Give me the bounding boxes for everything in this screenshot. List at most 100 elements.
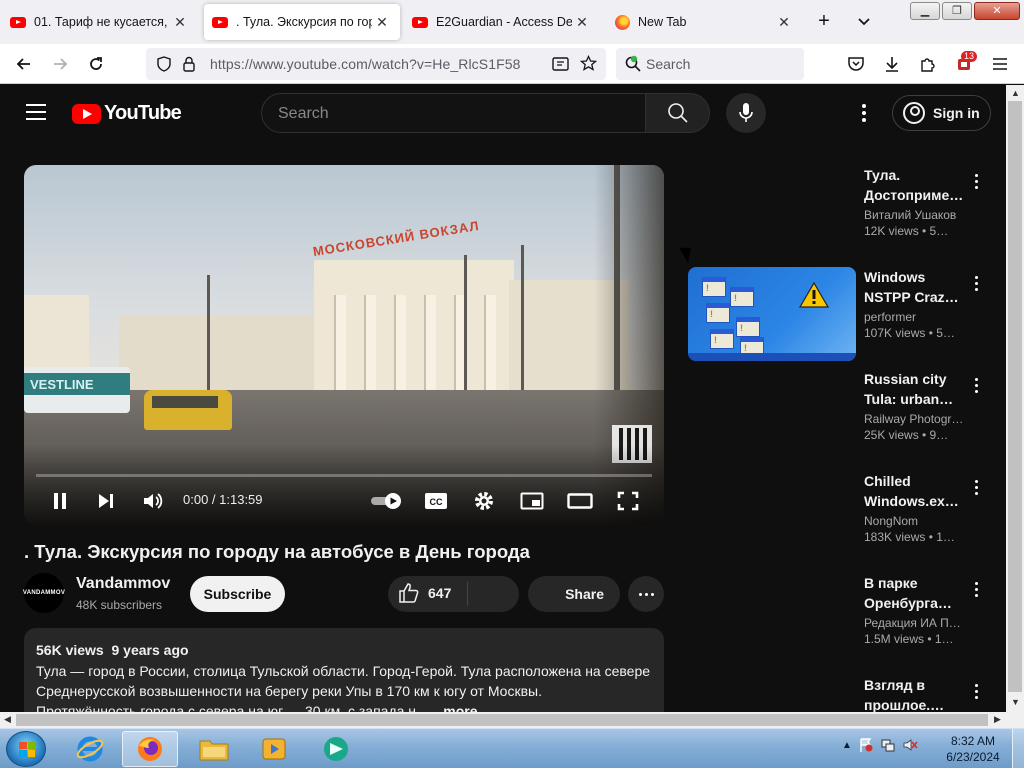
app-taskbar-button[interactable] bbox=[308, 731, 364, 767]
recommendation-title[interactable]: Оренбурга… bbox=[864, 593, 964, 613]
recommendation-thumbnail[interactable] bbox=[688, 573, 856, 667]
captions-button[interactable]: CC bbox=[418, 483, 454, 519]
new-tab-button[interactable]: + bbox=[812, 10, 836, 34]
scroll-left-arrow-icon[interactable]: ◀ bbox=[4, 714, 11, 725]
media-player-taskbar-button[interactable] bbox=[246, 731, 302, 767]
show-hidden-icons-chevron-icon[interactable]: ▲ bbox=[842, 740, 852, 751]
recommendation-menu-icon[interactable] bbox=[970, 169, 982, 193]
recommendation-title[interactable]: Взгляд в bbox=[864, 675, 964, 695]
recommendation-title[interactable]: Russian city bbox=[864, 369, 964, 389]
tab-e2guardian[interactable]: E2Guardian - Access Denie ✕ bbox=[404, 4, 600, 40]
app-menu-button[interactable] bbox=[988, 52, 1012, 76]
restore-button[interactable]: ❐ bbox=[942, 2, 972, 20]
next-video-button[interactable] bbox=[88, 483, 124, 519]
close-tab-icon[interactable]: ✕ bbox=[774, 14, 794, 31]
file-explorer-taskbar-button[interactable] bbox=[186, 731, 242, 767]
recommendation-title[interactable]: прошлое.… bbox=[864, 695, 964, 712]
close-tab-icon[interactable]: ✕ bbox=[170, 14, 190, 31]
recommendation-menu-icon[interactable] bbox=[970, 679, 982, 703]
search-bar[interactable]: Search bbox=[616, 48, 804, 80]
description-box[interactable]: 56K views 9 years ago Тула — город в Рос… bbox=[24, 628, 664, 712]
vertical-scrollbar[interactable]: ▲ ▼ bbox=[1006, 85, 1024, 712]
recommendation-title[interactable]: Достоприме… bbox=[864, 185, 964, 205]
settings-kebab-icon[interactable] bbox=[852, 101, 876, 125]
tab-tariff[interactable]: 01. Тариф не кусается, ко ✕ bbox=[2, 4, 198, 40]
extensions-button[interactable] bbox=[916, 52, 940, 76]
recommendation-title[interactable]: Chilled bbox=[864, 471, 964, 491]
description-more-link[interactable]: ...more bbox=[432, 703, 478, 712]
youtube-search-button[interactable] bbox=[645, 93, 710, 133]
list-all-tabs-button[interactable] bbox=[852, 10, 876, 34]
recommendation-item[interactable]: Russian city Tula: urban… Railway Photog… bbox=[688, 369, 998, 465]
scroll-up-arrow-icon[interactable]: ▲ bbox=[1011, 88, 1020, 98]
theater-mode-button[interactable] bbox=[562, 483, 598, 519]
sign-in-button[interactable]: Sign in bbox=[892, 95, 991, 131]
recommendation-title[interactable]: Tula: urban… bbox=[864, 389, 964, 409]
recommendation-thumbnail[interactable] bbox=[688, 267, 856, 361]
url-bar[interactable]: https://www.youtube.com/watch?v=He_RlcS1… bbox=[146, 48, 606, 80]
forward-button[interactable] bbox=[48, 52, 72, 76]
downloads-button[interactable] bbox=[880, 52, 904, 76]
horizontal-scroll-thumb[interactable] bbox=[16, 714, 988, 726]
scroll-right-arrow-icon[interactable]: ▶ bbox=[994, 714, 1001, 725]
close-window-button[interactable]: ✕ bbox=[974, 2, 1020, 20]
tracking-protection-shield-icon[interactable] bbox=[156, 56, 172, 77]
bookmark-star-icon[interactable] bbox=[579, 54, 598, 77]
minimize-button[interactable]: ▁ bbox=[910, 2, 940, 20]
recommendation-title[interactable]: NSTPP Crazy… bbox=[864, 287, 964, 307]
recommendation-thumbnail[interactable] bbox=[688, 675, 856, 712]
channel-name[interactable]: Vandammov bbox=[76, 575, 170, 593]
miniplayer-button[interactable] bbox=[514, 483, 550, 519]
recommendation-thumbnail[interactable] bbox=[688, 471, 856, 565]
recommendation-menu-icon[interactable] bbox=[970, 271, 982, 295]
recommendation-item[interactable]: Тула. Достоприме… Виталий Ушаков 12K vie… bbox=[688, 165, 998, 261]
tab-tula-excursion[interactable]: . Тула. Экскурсия по город ✕ bbox=[204, 4, 400, 40]
youtube-search-input[interactable]: Search bbox=[261, 93, 646, 133]
back-button[interactable] bbox=[12, 52, 36, 76]
show-desktop-button[interactable] bbox=[1012, 729, 1024, 768]
recommendation-thumbnail[interactable] bbox=[688, 369, 856, 463]
scroll-down-arrow-icon[interactable]: ▼ bbox=[1011, 697, 1020, 707]
start-button[interactable] bbox=[6, 731, 46, 767]
horizontal-scrollbar[interactable]: ◀ ▶ bbox=[0, 712, 1024, 728]
more-actions-button[interactable] bbox=[628, 576, 664, 612]
volume-muted-icon[interactable] bbox=[902, 737, 918, 753]
autoplay-toggle[interactable] bbox=[367, 483, 407, 519]
video-progress-bar[interactable] bbox=[36, 474, 652, 477]
dislike-button[interactable] bbox=[474, 576, 514, 612]
recommendation-menu-icon[interactable] bbox=[970, 373, 982, 397]
video-player[interactable]: МОСКОВСКИЙ ВОКЗАЛ VESTLINE 0:00 / 1:13:5… bbox=[24, 165, 664, 525]
lock-icon[interactable] bbox=[182, 56, 196, 77]
recommendation-item[interactable]: В парке Оренбурга… Редакция ИА П… 1.5M v… bbox=[688, 573, 998, 669]
tab-new-tab[interactable]: New Tab ✕ bbox=[606, 4, 802, 40]
channel-avatar[interactable]: VANDAMMOV bbox=[23, 573, 65, 613]
fullscreen-button[interactable] bbox=[610, 483, 646, 519]
subscribe-button[interactable]: Subscribe bbox=[190, 576, 285, 612]
vertical-scroll-thumb[interactable] bbox=[1008, 101, 1022, 692]
youtube-logo[interactable]: YouTube bbox=[72, 102, 182, 125]
recommendation-thumbnail[interactable] bbox=[688, 165, 856, 259]
recommendation-title[interactable]: В парке bbox=[864, 573, 964, 593]
mute-button[interactable] bbox=[135, 483, 171, 519]
pause-button[interactable] bbox=[42, 483, 78, 519]
recommendation-item[interactable]: Chilled Windows.exe… NongNom 183K views … bbox=[688, 471, 998, 567]
recommendation-menu-icon[interactable] bbox=[970, 577, 982, 601]
taskbar-clock[interactable]: 8:32 AM 6/23/2024 bbox=[940, 733, 1006, 765]
recommendation-item[interactable]: Windows NSTPP Crazy… performer 107K view… bbox=[688, 267, 998, 363]
recommendation-menu-icon[interactable] bbox=[970, 475, 982, 499]
action-center-flag-icon[interactable] bbox=[858, 737, 874, 753]
reload-button[interactable] bbox=[84, 52, 108, 76]
firefox-taskbar-button[interactable] bbox=[122, 731, 178, 767]
reader-view-icon[interactable] bbox=[552, 56, 569, 77]
close-tab-icon[interactable]: ✕ bbox=[572, 14, 592, 31]
network-icon[interactable] bbox=[880, 737, 896, 753]
recommendation-title[interactable]: Тула. bbox=[864, 165, 964, 185]
pocket-button[interactable] bbox=[844, 52, 868, 76]
settings-button[interactable] bbox=[466, 483, 502, 519]
internet-explorer-taskbar-button[interactable] bbox=[62, 731, 118, 767]
recommendation-title[interactable]: Windows bbox=[864, 267, 964, 287]
recommendation-title[interactable]: Windows.exe… bbox=[864, 491, 964, 511]
recommendation-item[interactable]: Взгляд в прошлое.… bbox=[688, 675, 998, 712]
like-button[interactable]: 647 bbox=[398, 582, 451, 604]
voice-search-button[interactable] bbox=[726, 93, 766, 133]
